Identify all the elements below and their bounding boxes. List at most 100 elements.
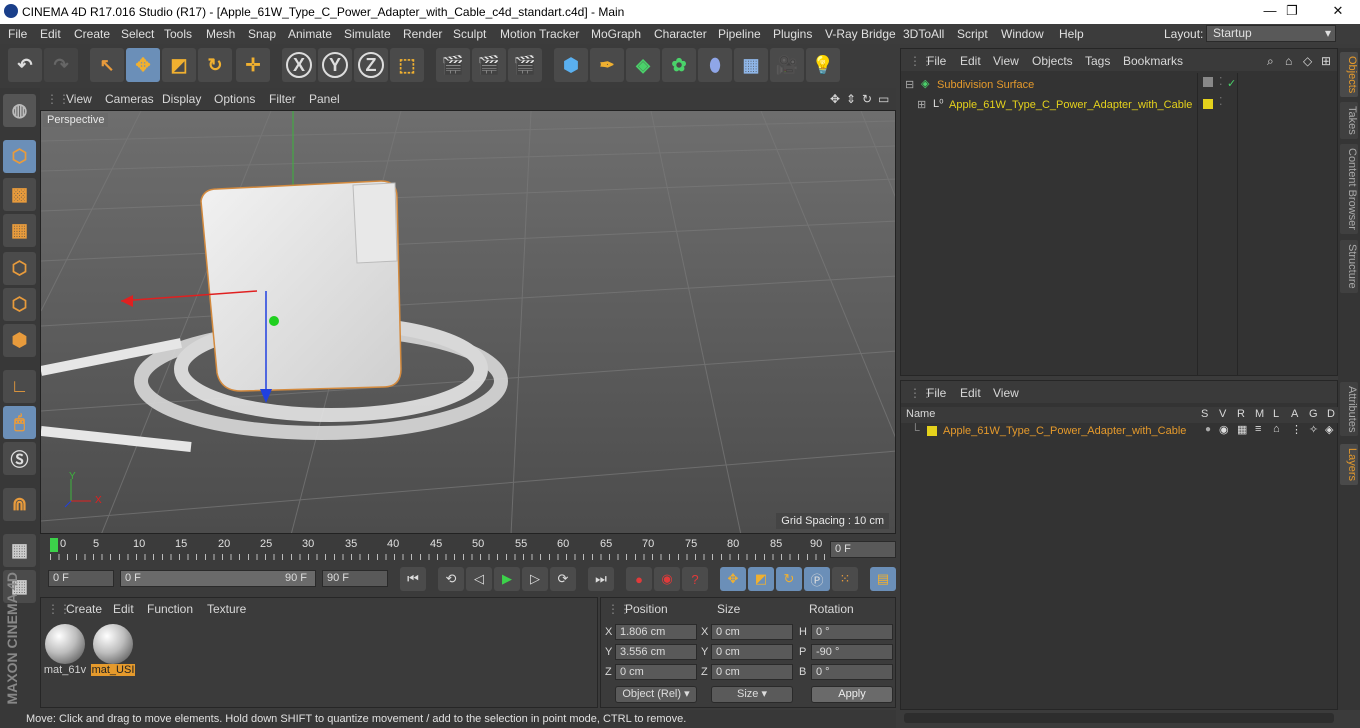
key-position-button[interactable]: ✥	[720, 567, 746, 591]
material-menu-create[interactable]: Create	[66, 602, 102, 616]
render-settings-button[interactable]: 🎬	[508, 48, 542, 82]
position-z-field[interactable]: 0 cm	[615, 664, 697, 680]
collapse-icon[interactable]: ⊟	[905, 78, 914, 91]
menu-script[interactable]: Script	[957, 27, 988, 41]
tweak-mode-button[interactable]: 🖱	[3, 406, 36, 439]
column-animation[interactable]: A	[1291, 408, 1298, 420]
tab-content-browser[interactable]: Content Browser	[1340, 144, 1358, 234]
key-pla-button[interactable]: ⁙	[832, 567, 858, 591]
back-icon[interactable]: ◇	[1303, 54, 1312, 68]
objects-menu-view[interactable]: View	[993, 54, 1019, 68]
search-icon[interactable]: ⌕	[1267, 54, 1274, 69]
layer-color-box[interactable]	[1203, 77, 1213, 87]
menu-plugins[interactable]: Plugins	[773, 27, 812, 41]
viewport-menu-view[interactable]: View	[66, 92, 92, 106]
column-view[interactable]: V	[1219, 408, 1226, 420]
material-menu-function[interactable]: Function	[147, 602, 193, 616]
magnet-button[interactable]: ⋒	[3, 488, 36, 521]
viewport-menu-display[interactable]: Display	[162, 92, 201, 106]
viewport-menu-cameras[interactable]: Cameras	[105, 92, 154, 106]
viewport-maximize-icon[interactable]: ▭	[878, 92, 889, 106]
menu-mograph[interactable]: MoGraph	[591, 27, 641, 41]
edges-mode-button[interactable]: ⬡	[3, 288, 36, 321]
end-frame-field[interactable]: 90 F	[322, 570, 388, 587]
object-row-apple-adapter[interactable]: ⊞ L⁰ Apple_61W_Type_C_Power_Adapter_with…	[901, 96, 1223, 115]
key-scale-button[interactable]: ◩	[748, 567, 774, 591]
subdivision-surface-button[interactable]: ◈	[626, 48, 660, 82]
menu-tools[interactable]: Tools	[164, 27, 192, 41]
animation-icon[interactable]: ⋮	[1291, 423, 1302, 436]
menu-vray-bridge[interactable]: V-Ray Bridge	[825, 27, 896, 41]
menu-3dtoall[interactable]: 3DToAll	[903, 27, 944, 41]
menu-character[interactable]: Character	[654, 27, 707, 41]
object-row-subdivision-surface[interactable]: ⊟ ◈ Subdivision Surface ⁚ ✓	[901, 76, 1236, 95]
layer-color-box[interactable]	[1203, 99, 1213, 109]
column-locked[interactable]: L	[1273, 408, 1279, 420]
manager-icon[interactable]: ≡	[1255, 423, 1261, 435]
objects-menu-objects[interactable]: Objects	[1032, 54, 1073, 68]
menu-render[interactable]: Render	[403, 27, 442, 41]
timeline-window-button[interactable]: ▤	[870, 567, 896, 591]
menu-select[interactable]: Select	[121, 27, 154, 41]
close-button[interactable]: ✕	[1316, 0, 1360, 24]
menu-animate[interactable]: Animate	[288, 27, 332, 41]
tab-objects[interactable]: Objects	[1340, 52, 1358, 98]
column-generators[interactable]: G	[1309, 408, 1318, 420]
visibility-dots-icon[interactable]: ⁚	[1219, 95, 1223, 108]
layers-horizontal-scrollbar[interactable]	[904, 713, 1334, 723]
previous-key-button[interactable]: ⟲	[438, 567, 464, 591]
render-view-button[interactable]: 🎬	[436, 48, 470, 82]
menu-snap[interactable]: Snap	[248, 27, 276, 41]
menu-help[interactable]: Help	[1059, 27, 1084, 41]
tab-takes[interactable]: Takes	[1340, 102, 1358, 139]
rotate-tool-button[interactable]: ↻	[198, 48, 232, 82]
live-selection-button[interactable]: ↖	[90, 48, 124, 82]
rotation-h-field[interactable]: 0 °	[811, 624, 893, 640]
go-to-end-button[interactable]: ⏭	[588, 567, 614, 591]
material-menu-edit[interactable]: Edit	[113, 602, 134, 616]
apply-button[interactable]: Apply	[811, 686, 893, 703]
layer-color-swatch[interactable]	[927, 426, 937, 436]
layers-menu-edit[interactable]: Edit	[960, 386, 981, 400]
3d-viewport[interactable]: Perspective Y X Grid Spacing : 10 cm	[40, 110, 896, 534]
coordinate-system-button[interactable]: ⬚	[390, 48, 424, 82]
axis-mode-button[interactable]: ∟	[3, 370, 36, 403]
menu-simulate[interactable]: Simulate	[344, 27, 391, 41]
texture-mode-button[interactable]: ▩	[3, 178, 36, 211]
render-clapper-icon[interactable]: ▦	[1237, 423, 1247, 436]
keyframe-help-button[interactable]: ?	[682, 567, 708, 591]
tab-layers[interactable]: Layers	[1340, 444, 1358, 486]
generator-icon[interactable]: ✧	[1309, 423, 1318, 436]
objects-menu-tags[interactable]: Tags	[1085, 54, 1110, 68]
viewport-menu-options[interactable]: Options	[214, 92, 255, 106]
snap-button[interactable]: Ⓢ	[3, 442, 36, 475]
model-mode-button[interactable]: ⬡	[3, 140, 36, 173]
y-axis-lock-button[interactable]: Y	[318, 48, 352, 82]
transform-tool-button[interactable]: ✛	[236, 48, 270, 82]
camera-label[interactable]: Perspective	[43, 113, 109, 127]
workplane-lock-button[interactable]: ▦	[3, 534, 36, 567]
menu-motion-tracker[interactable]: Motion Tracker	[500, 27, 579, 41]
menu-mesh[interactable]: Mesh	[206, 27, 235, 41]
layout-select[interactable]: Startup ▾	[1206, 25, 1336, 42]
material-menu-texture[interactable]: Texture	[207, 602, 246, 616]
redo-button[interactable]: ↷	[44, 48, 78, 82]
floor-button[interactable]: ▦	[734, 48, 768, 82]
rotation-p-field[interactable]: -90 °	[811, 644, 893, 660]
menu-file[interactable]: File	[8, 27, 27, 41]
workplane-mode-button[interactable]: ▦	[3, 214, 36, 247]
points-mode-button[interactable]: ⬡	[3, 252, 36, 285]
objects-menu-file[interactable]: File	[927, 54, 946, 68]
light-button[interactable]: 💡	[806, 48, 840, 82]
move-tool-button[interactable]: ✥	[126, 48, 160, 82]
menu-sculpt[interactable]: Sculpt	[453, 27, 486, 41]
cube-object-button[interactable]: ⬢	[554, 48, 588, 82]
eye-icon[interactable]: ◉	[1219, 423, 1229, 436]
layer-row[interactable]: └ Apple_61W_Type_C_Power_Adapter_with_Ca…	[901, 423, 1337, 439]
camera-button[interactable]: 🎥	[770, 48, 804, 82]
solo-dot-icon[interactable]: ●	[1205, 424, 1211, 435]
timeline-ruler[interactable]: 0 5 10 15 20 25 30 35 40 45 50 55 60 65 …	[40, 536, 896, 564]
menu-window[interactable]: Window	[1001, 27, 1044, 41]
start-frame-field[interactable]: 0 F	[48, 570, 114, 587]
size-mode-select[interactable]: Size ▾	[711, 686, 793, 703]
